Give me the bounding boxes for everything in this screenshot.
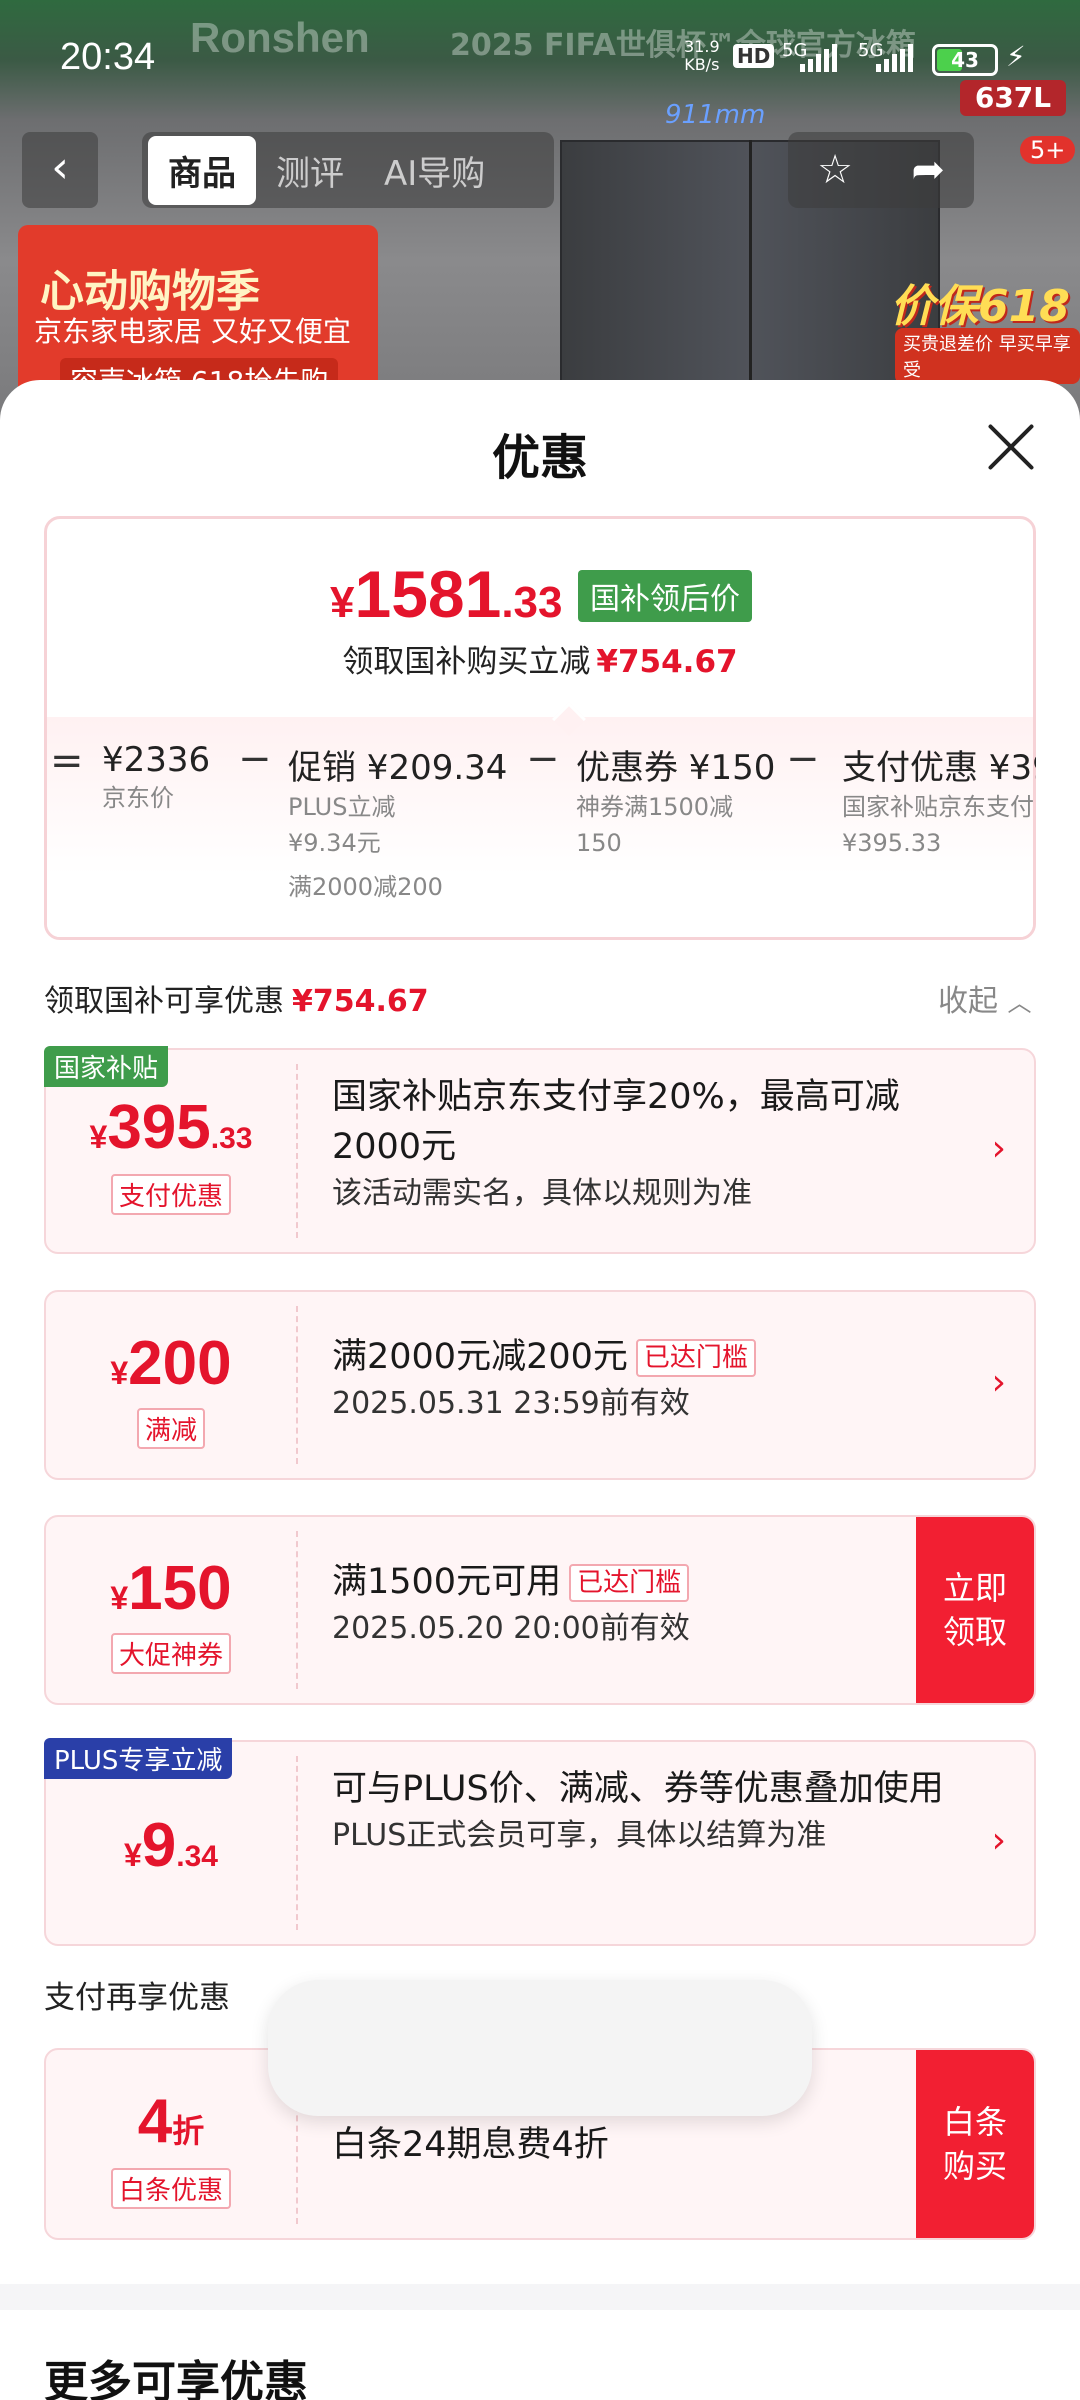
final-price: ¥1581.33 bbox=[330, 557, 563, 631]
gov-subsidy-corner-tag: 国家补贴 bbox=[44, 1046, 169, 1087]
baitiao-discount: 4折 bbox=[137, 2087, 205, 2156]
calc-item-payment: 支付优惠 ¥395.33 国家补贴京东支付 ¥395.33 bbox=[842, 748, 1036, 857]
claim-now-button[interactable]: 立即领取 bbox=[916, 1517, 1034, 1703]
calc-item-jd-price: ¥2336 京东价 bbox=[102, 740, 211, 812]
plus-corner-tag: PLUS专享立减 bbox=[44, 1738, 233, 1779]
coupon-title: 满1500元可用 bbox=[332, 1562, 562, 1602]
battery-icon: 43 bbox=[932, 44, 998, 76]
coupon-type-tag: 支付优惠 bbox=[110, 1174, 231, 1215]
price-tag: 国补领后价 bbox=[578, 570, 752, 622]
signal-icon bbox=[800, 44, 837, 72]
coupon-type-tag: 白条优惠 bbox=[110, 2168, 231, 2209]
chevron-right-icon[interactable]: › bbox=[992, 1128, 1006, 1169]
coupon-amount: ¥9.34 bbox=[124, 1811, 218, 1880]
price-guarantee-sub: 买贵退差价 早买早享受 bbox=[895, 328, 1080, 384]
price-breakdown: = ¥2336 京东价 − 促销 ¥209.34 PLUS立减 ¥9.34元 满… bbox=[44, 740, 1036, 910]
coupon-type-tag: 大促神券 bbox=[110, 1633, 231, 1674]
coupon-title: 国家补贴京东支付享20%，最高可减2000元 bbox=[332, 1077, 900, 1167]
tab-ai-guide[interactable]: AI导购 bbox=[364, 136, 505, 205]
collapse-button[interactable]: 收起 ︿ bbox=[938, 976, 1032, 1020]
section-divider bbox=[0, 2284, 1080, 2310]
calc-item-coupon: 优惠券 ¥150 神券满1500减 150 bbox=[576, 748, 776, 857]
charging-icon: ⚡ bbox=[1006, 40, 1026, 73]
calc-operator: − bbox=[526, 740, 560, 782]
product-tabs: 商品 测评 AI导购 bbox=[142, 132, 554, 208]
save-line: 领取国补购买立减 ¥754.67 bbox=[342, 644, 738, 680]
coupon-card-mega-coupon: ¥150 大促神券 满1500元可用 已达门槛 2025.05.20 20:00前… bbox=[44, 1515, 1036, 1705]
share-icon[interactable]: ➦ bbox=[911, 147, 945, 193]
price-guarantee: 价保618 bbox=[890, 281, 1070, 332]
sheet-title: 优惠 bbox=[491, 430, 588, 486]
star-icon[interactable]: ☆ bbox=[817, 147, 853, 193]
tab-review[interactable]: 测评 bbox=[256, 136, 364, 205]
chevron-right-icon[interactable]: › bbox=[992, 1820, 1006, 1861]
coupon-subtitle: PLUS正式会员可享，具体以结算为准 bbox=[332, 1818, 827, 1853]
calc-operator: − bbox=[786, 740, 820, 782]
baitiao-title: 白条24期息费4折 bbox=[332, 2125, 609, 2165]
coupon-validity: 2025.05.31 23:59前有效 bbox=[332, 1386, 690, 1421]
nav-actions: ☆ ➦ bbox=[788, 132, 974, 208]
more-offers-title: 更多可享优惠 bbox=[44, 2357, 308, 2400]
calc-operator: − bbox=[238, 740, 272, 782]
network-speed: 31.9 KB/s bbox=[684, 37, 720, 74]
coupon-card-gov-subsidy[interactable]: ¥395.33 支付优惠 国家补贴京东支付享20%，最高可减2000元 该活动需… bbox=[44, 1048, 1036, 1254]
coupon-validity: 2025.05.20 20:00前有效 bbox=[332, 1611, 690, 1646]
back-button[interactable]: ‹ bbox=[22, 132, 98, 208]
close-icon[interactable] bbox=[976, 412, 1046, 482]
coupon-title: 满2000元减200元 bbox=[332, 1337, 628, 1377]
pay-section-title: 支付再享优惠 bbox=[44, 1980, 230, 2016]
threshold-reached-tag: 已达门槛 bbox=[635, 1339, 756, 1377]
coupon-amount: ¥200 bbox=[110, 1329, 232, 1398]
chevron-right-icon[interactable]: › bbox=[992, 1362, 1006, 1403]
calc-operator: = bbox=[50, 740, 84, 784]
coupon-subtitle: 该活动需实名，具体以规则为准 bbox=[332, 1176, 752, 1211]
coupon-amount: ¥150 bbox=[110, 1554, 232, 1623]
signal-icon bbox=[876, 44, 913, 72]
hd-icon: HD bbox=[733, 44, 775, 68]
chevron-up-icon: ︿ bbox=[1007, 989, 1032, 1017]
coupon-card-full-reduction[interactable]: ¥200 满减 满2000元减200元 已达门槛 2025.05.31 23:59… bbox=[44, 1290, 1036, 1480]
subsidy-section-title: 领取国补可享优惠 ¥754.67 bbox=[44, 984, 429, 1019]
clock: 20:34 bbox=[60, 36, 156, 78]
baitiao-buy-button[interactable]: 白条购买 bbox=[916, 2050, 1034, 2238]
coupon-title: 可与PLUS价、满减、券等优惠叠加使用 bbox=[332, 1769, 944, 1809]
message-badge[interactable]: 5+ bbox=[1020, 136, 1076, 164]
calc-item-promotion: 促销 ¥209.34 PLUS立减 ¥9.34元 满2000减200 bbox=[288, 748, 508, 901]
threshold-reached-tag: 已达门槛 bbox=[569, 1564, 690, 1602]
tab-product[interactable]: 商品 bbox=[148, 135, 256, 205]
coupon-type-tag: 满减 bbox=[136, 1408, 205, 1449]
promo-subtitle: 京东家电家居 又好又便宜 bbox=[34, 315, 351, 348]
status-bar: 20:34 31.9 KB/s HD 5G 5G 43 ⚡ bbox=[0, 0, 1080, 110]
toast bbox=[268, 1980, 812, 2116]
coupon-amount: ¥395.33 bbox=[89, 1093, 253, 1162]
